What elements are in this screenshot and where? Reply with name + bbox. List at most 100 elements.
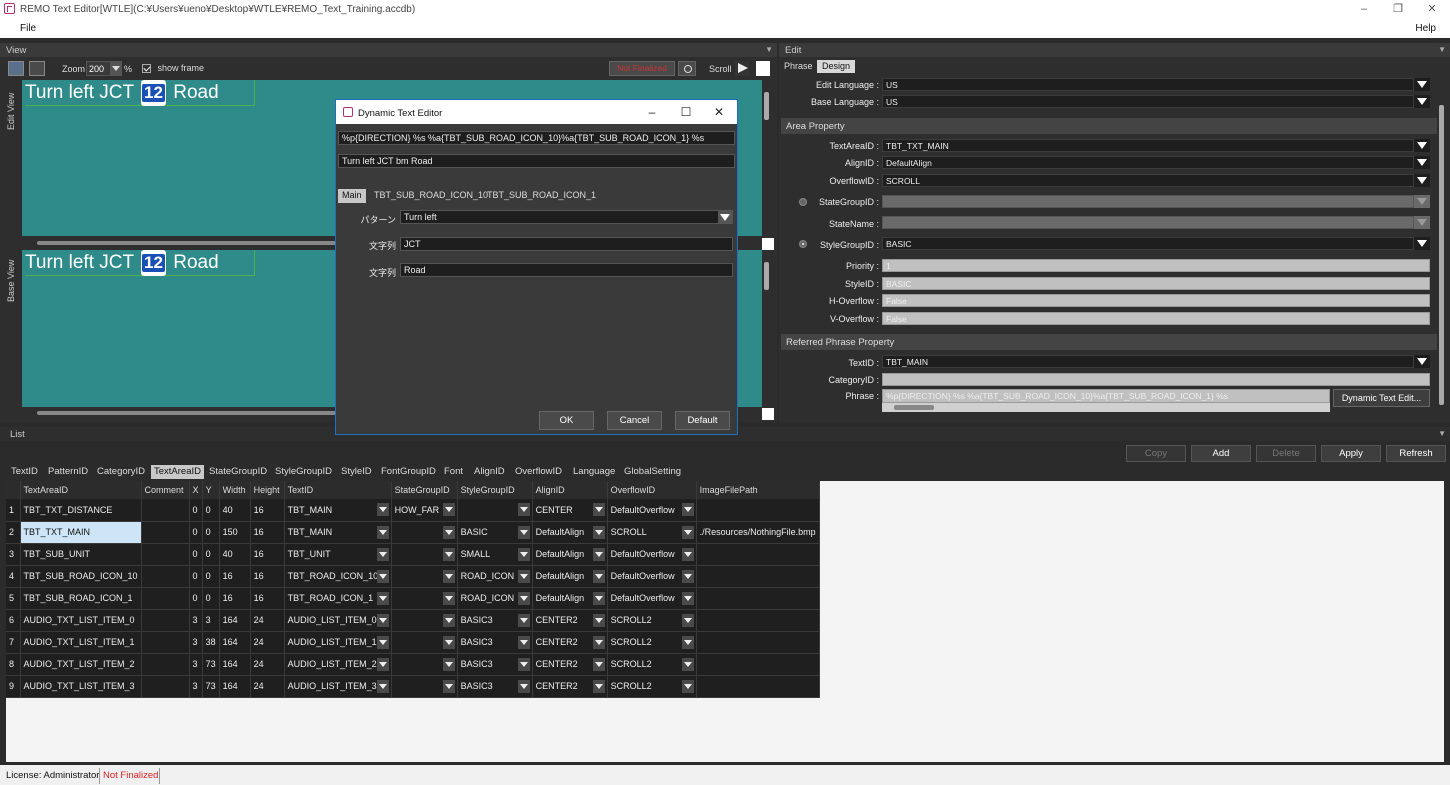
minimize-icon[interactable]: – [642,104,662,120]
cell-comment[interactable] [141,631,190,654]
cell-align[interactable]: CENTER2 [532,653,608,676]
play-icon[interactable] [735,61,749,76]
cell-text[interactable]: TBT_ROAD_ICON_10 [284,565,392,588]
cell-h[interactable]: 24 [250,609,285,632]
dynamic-text-edit-button[interactable]: Dynamic Text Edit... [1333,389,1430,407]
cell-x[interactable]: 0 [189,521,203,544]
cell-comment[interactable] [141,565,190,588]
cell-n[interactable]: 8 [6,653,21,676]
menu-file[interactable]: File [20,23,36,34]
refresh-button[interactable]: Refresh [1386,445,1446,462]
cell-w[interactable]: 40 [219,499,251,522]
cell-id[interactable]: AUDIO_TXT_LIST_ITEM_2 [20,653,142,676]
panel-menu-icon[interactable]: ▼ [1438,429,1446,438]
edit-language-select[interactable]: US [882,78,1414,91]
col-header-overflowid[interactable]: OverflowID [607,481,697,499]
chevron-down-icon[interactable] [681,679,694,693]
chevron-down-icon[interactable] [517,525,530,539]
cell-align[interactable]: DefaultAlign [532,521,608,544]
cell-sg[interactable]: HOW_FAR [391,499,458,522]
cell-img[interactable] [696,565,820,588]
string1-input[interactable]: JCT [400,237,733,251]
cell-h[interactable]: 16 [250,499,285,522]
col-header-height[interactable]: Height [250,481,285,499]
col-header-width[interactable]: Width [219,481,251,499]
cell-img[interactable] [696,653,820,676]
table-row[interactable]: 7 AUDIO_TXT_LIST_ITEM_1 3 38 164 24 AUDIO_LIST… [6,631,820,654]
chevron-down-icon[interactable] [681,525,694,539]
cell-align[interactable]: DefaultAlign [532,587,608,610]
cell-y[interactable]: 38 [202,631,220,654]
overflow-id-select[interactable]: SCROLL [882,174,1414,187]
cell-h[interactable]: 24 [250,653,285,676]
cell-w[interactable]: 164 [219,675,251,698]
cell-y[interactable]: 73 [202,653,220,676]
align-id-select[interactable]: DefaultAlign [882,156,1414,169]
checkbox-icon[interactable] [142,64,151,74]
cell-h[interactable]: 24 [250,675,285,698]
table-row[interactable]: 4 TBT_SUB_ROAD_ICON_10 0 0 16 16 TBT_ROAD_ICON… [6,565,820,588]
chevron-down-icon[interactable] [681,591,694,605]
cell-styg[interactable]: BASIC3 [457,653,533,676]
col-header-comment[interactable]: Comment [141,481,190,499]
base-language-select[interactable]: US [882,95,1414,108]
phrase-field[interactable]: %p{DIRECTION} %s %a{TBT_SUB_ROAD_ICON_10… [882,389,1330,403]
cell-text[interactable]: TBT_MAIN [284,499,392,522]
camera-icon[interactable] [678,61,696,76]
chevron-down-icon[interactable] [517,657,530,671]
table-row[interactable]: 2 TBT_TXT_MAIN 0 0 150 16 TBT_MAIN BASIC Default… [6,521,820,544]
chevron-down-icon[interactable] [592,525,605,539]
cell-img[interactable] [696,543,820,566]
panel-menu-icon[interactable]: ▼ [1438,45,1446,54]
style-group-id-dropdown-icon[interactable] [1414,237,1430,250]
overflow-id-dropdown-icon[interactable] [1414,174,1430,187]
chevron-down-icon[interactable] [376,591,389,605]
cell-of[interactable]: DefaultOverflow [607,499,697,522]
show-frame-checkbox[interactable]: show frame [142,63,204,74]
chevron-down-icon[interactable] [517,569,530,583]
cell-comment[interactable] [141,499,190,522]
restore-icon[interactable]: ❐ [1386,2,1410,16]
add-button[interactable]: Add [1191,445,1251,462]
cell-w[interactable]: 150 [219,521,251,544]
cell-x[interactable]: 0 [189,499,203,522]
cell-sg[interactable] [391,675,458,698]
string2-input[interactable]: Road [400,263,733,277]
chevron-down-icon[interactable] [592,591,605,605]
pattern-select[interactable]: Turn left [400,210,733,224]
cell-x[interactable]: 0 [189,565,203,588]
cell-w[interactable]: 164 [219,631,251,654]
cell-id[interactable]: TBT_SUB_ROAD_ICON_10 [20,565,142,588]
chevron-down-icon[interactable] [376,613,389,627]
chevron-down-icon[interactable] [681,613,694,627]
chevron-down-icon[interactable] [376,525,389,539]
table-row[interactable]: 9 AUDIO_TXT_LIST_ITEM_3 3 73 164 24 AUDIO_LIST… [6,675,820,698]
cell-w[interactable]: 164 [219,653,251,676]
chevron-down-icon[interactable] [592,635,605,649]
chevron-down-icon[interactable] [517,591,530,605]
cell-comment[interactable] [141,587,190,610]
edit-language-dropdown-icon[interactable] [1414,78,1430,91]
chevron-down-icon[interactable] [442,679,455,693]
panel-menu-icon[interactable]: ▼ [765,45,773,54]
cell-comment[interactable] [141,609,190,632]
menu-help[interactable]: Help [1415,23,1436,34]
col-header-index[interactable] [6,481,21,499]
cell-img[interactable] [696,675,820,698]
cell-comment[interactable] [141,521,190,544]
state-name-select[interactable] [882,216,1414,229]
cell-id[interactable]: AUDIO_TXT_LIST_ITEM_0 [20,609,142,632]
col-header-textid[interactable]: TextID [284,481,392,499]
tab-language[interactable]: Language [570,465,618,479]
cell-w[interactable]: 16 [219,565,251,588]
not-finalized-button[interactable]: Not Finalized [609,61,675,76]
edit-panel-vscroll[interactable] [1438,95,1446,413]
cell-id[interactable]: AUDIO_TXT_LIST_ITEM_1 [20,631,142,654]
stop-icon[interactable] [756,61,770,76]
cell-sg[interactable] [391,609,458,632]
cell-h[interactable]: 16 [250,565,285,588]
cell-of[interactable]: DefaultOverflow [607,543,697,566]
apply-button[interactable]: Apply [1321,445,1381,462]
cell-w[interactable]: 16 [219,587,251,610]
cell-sg[interactable] [391,565,458,588]
